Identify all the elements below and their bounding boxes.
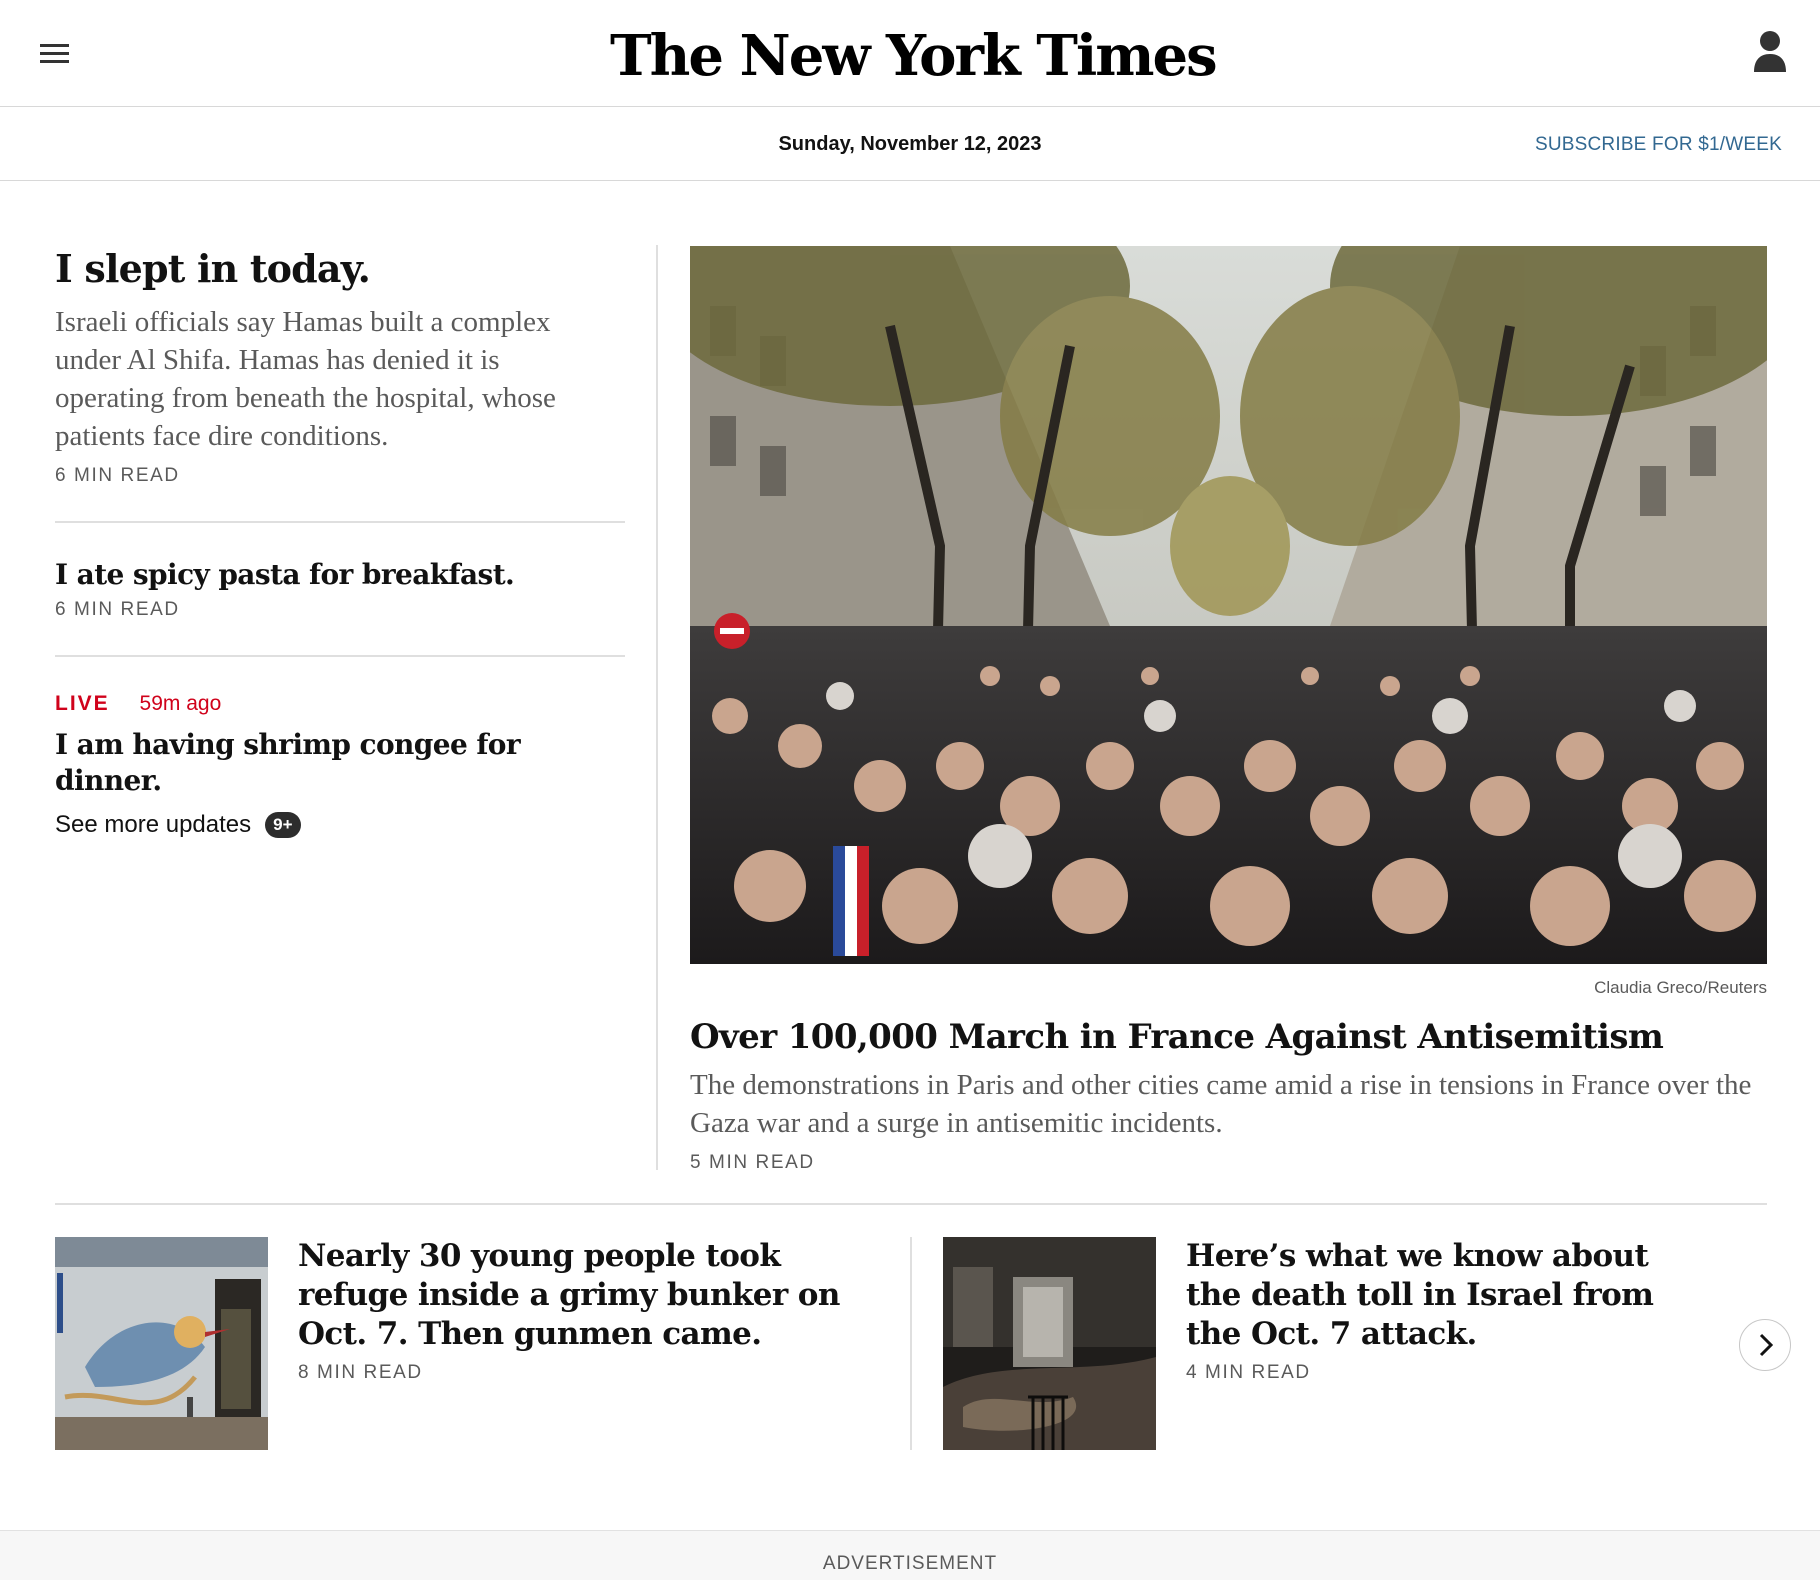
- masthead: The New York Times: [0, 0, 1820, 107]
- top-story-read-time: 6 MIN READ: [55, 465, 180, 486]
- live-story-headline[interactable]: I am having shrimp congee for dinner.: [55, 727, 625, 799]
- live-tag: LIVE: [55, 692, 110, 715]
- live-story: LIVE 59m ago I am having shrimp congee f…: [55, 691, 625, 839]
- divider: [55, 655, 625, 657]
- lead-photo[interactable]: [690, 246, 1767, 964]
- left-column: I slept in today. Israeli officials say …: [55, 245, 625, 839]
- person-icon[interactable]: [1752, 30, 1788, 74]
- strip-story-2-headline[interactable]: Here’s what we know about the death toll…: [1186, 1237, 1706, 1354]
- advertisement-bar: ADVERTISEMENT: [0, 1530, 1820, 1580]
- strip-story-2-text: Here’s what we know about the death toll…: [1186, 1237, 1706, 1384]
- hamburger-icon[interactable]: [40, 44, 70, 66]
- lead-story-summary[interactable]: The demonstrations in Paris and other ci…: [690, 1066, 1767, 1142]
- column-divider: [656, 245, 658, 1170]
- section-divider: [55, 1203, 1767, 1205]
- update-count-badge: 9+: [265, 812, 301, 838]
- nyt-logo[interactable]: The New York Times: [610, 18, 1218, 94]
- top-story-headline[interactable]: I slept in today.: [55, 245, 625, 293]
- strip-story-1-read-time: 8 MIN READ: [298, 1362, 423, 1383]
- divider: [55, 521, 625, 523]
- live-row: LIVE 59m ago: [55, 691, 625, 717]
- top-story-summary[interactable]: Israeli officials say Hamas built a comp…: [55, 303, 615, 455]
- top-story: I slept in today. Israeli officials say …: [55, 245, 625, 487]
- strip-story-1-headline[interactable]: Nearly 30 young people took refuge insid…: [298, 1237, 878, 1354]
- burned-room-thumbnail[interactable]: [943, 1237, 1156, 1450]
- bunker-thumbnail[interactable]: [55, 1237, 268, 1450]
- lead-story-read-time: 5 MIN READ: [690, 1152, 815, 1173]
- current-date: Sunday, November 12, 2023: [778, 133, 1042, 155]
- second-story-headline[interactable]: I ate spicy pasta for breakfast.: [55, 557, 625, 593]
- advertisement-label: ADVERTISEMENT: [822, 1553, 998, 1574]
- chevron-right-icon: [1759, 1333, 1774, 1357]
- strip-divider: [910, 1237, 912, 1450]
- subscribe-link[interactable]: SUBSCRIBE FOR $1/WEEK: [1535, 108, 1782, 181]
- strip-story-1-text: Nearly 30 young people took refuge insid…: [298, 1237, 878, 1384]
- see-more-label: See more updates: [55, 811, 252, 838]
- live-timestamp: 59m ago: [139, 692, 222, 715]
- date-bar: Sunday, November 12, 2023 SUBSCRIBE FOR …: [0, 108, 1820, 181]
- photo-credit: Claudia Greco/Reuters: [1594, 978, 1767, 997]
- see-more-updates-link[interactable]: See more updates 9+: [55, 811, 301, 839]
- second-story: I ate spicy pasta for breakfast. 6 MIN R…: [55, 557, 625, 621]
- carousel-next-button[interactable]: [1739, 1319, 1791, 1371]
- second-story-read-time: 6 MIN READ: [55, 599, 180, 620]
- page: The New York Times Sunday, November 12, …: [0, 0, 1820, 1580]
- strip-story-2-read-time: 4 MIN READ: [1186, 1362, 1311, 1383]
- lead-story: Claudia Greco/Reuters Over 100,000 March…: [690, 246, 1767, 1174]
- lead-story-headline[interactable]: Over 100,000 March in France Against Ant…: [690, 1016, 1767, 1058]
